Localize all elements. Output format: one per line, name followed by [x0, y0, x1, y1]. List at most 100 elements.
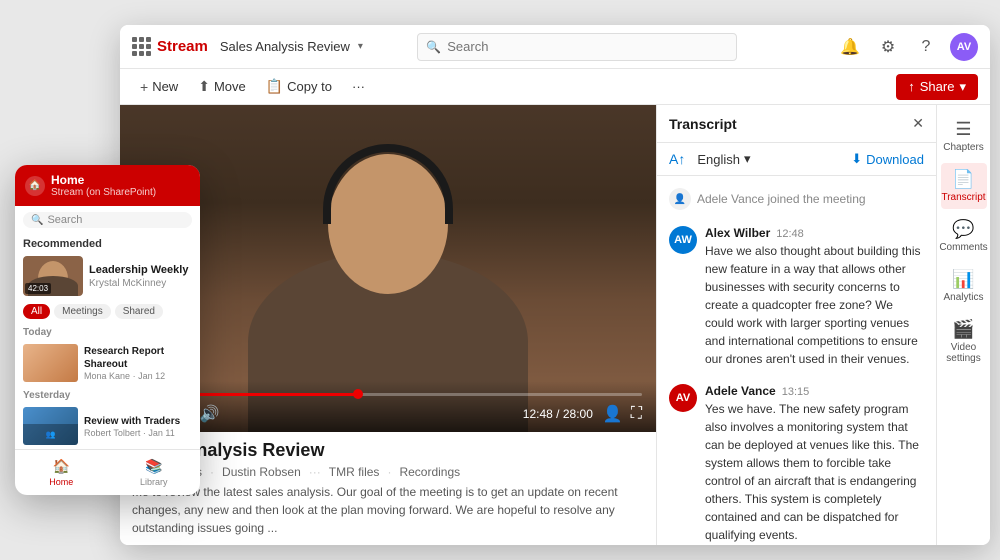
new-icon: +	[140, 79, 148, 95]
mobile-featured-card[interactable]: 42:03 Leadership Weekly Krystal McKinney	[15, 252, 200, 300]
move-button[interactable]: ⬆ Move	[190, 74, 254, 99]
new-button[interactable]: + New	[132, 75, 186, 99]
language-selector[interactable]: English ▾	[697, 151, 750, 167]
breadcrumb-chevron[interactable]: ▾	[358, 41, 363, 52]
download-icon: ⬇	[851, 151, 862, 167]
transcript-toolbar: A↑ English ▾ ⬇ Download	[657, 143, 936, 176]
entry-name-time-0: Alex Wilber 12:48	[705, 226, 924, 240]
mobile-yesterday-title: Review with Traders	[84, 415, 180, 428]
mobile-featured-title: Leadership Weekly	[89, 263, 188, 277]
filter-meetings-chip[interactable]: Meetings	[54, 304, 111, 319]
filter-shared-chip[interactable]: Shared	[115, 304, 163, 319]
transcript-icon-item[interactable]: 📄 Transcript	[941, 163, 987, 209]
mobile-filter-row: All Meetings Shared	[15, 300, 200, 323]
more-options-button[interactable]: ···	[344, 75, 373, 98]
meta-sep2: ···	[309, 465, 321, 479]
controls-row: ⏸ ⏮ ↩ 🔊 12:48 / 28:00 👤 ⛶	[134, 404, 642, 424]
mobile-subtitle: Stream (on SharePoint)	[51, 187, 156, 198]
search-box[interactable]: 🔍	[417, 33, 737, 61]
mobile-yesterday-meta: Robert Tolbert · Jan 11	[84, 428, 180, 438]
mobile-nav-home[interactable]: 🏠 Home	[15, 454, 108, 491]
close-transcript-button[interactable]: ✕	[912, 115, 924, 132]
video-container[interactable]: ⏸ ⏮ ↩ 🔊 12:48 / 28:00 👤 ⛶	[120, 105, 656, 432]
progress-bar[interactable]	[134, 393, 642, 396]
entry-avatar-0: AW	[669, 226, 697, 254]
mobile-yesterday-item[interactable]: 👥 Review with Traders Robert Tolbert · J…	[15, 403, 200, 449]
filter-all-chip[interactable]: All	[23, 304, 50, 319]
library-nav-icon: 📚	[145, 458, 162, 475]
mobile-nav: 🏠 Home 📚 Library	[15, 449, 200, 495]
fullscreen-icon[interactable]: ⛶	[631, 405, 642, 423]
location2[interactable]: Recordings	[399, 465, 460, 479]
mobile-recommended-label: Recommended	[15, 234, 200, 252]
mobile-today-meta: Mona Kane · Jan 12	[84, 371, 192, 381]
transcript-entry-1: AV Adele Vance 13:15 Yes we have. The ne…	[669, 384, 924, 544]
download-button[interactable]: ⬇ Download	[851, 151, 924, 167]
mobile-window: 🏠 Home Stream (on SharePoint) 🔍 Search R…	[15, 165, 200, 495]
mobile-yesterday-thumb: 👥	[23, 407, 78, 445]
user-avatar[interactable]: AV	[950, 33, 978, 61]
home-nav-icon: 🏠	[53, 458, 70, 475]
join-icon: 👤	[669, 188, 691, 210]
location1[interactable]: TMR files	[329, 465, 380, 479]
transcript-title: Transcript	[669, 116, 737, 132]
topbar-actions: 🔔 ⚙ ? AV	[836, 33, 978, 61]
mobile-featured-thumb: 42:03	[23, 256, 83, 296]
breadcrumb-title[interactable]: Sales Analysis Review	[220, 39, 350, 54]
copy-icon: 📋	[266, 78, 283, 95]
app-name: Stream	[157, 38, 208, 55]
transcript-panel: Transcript ✕ A↑ English ▾ ⬇ Download 👤 A…	[656, 105, 936, 545]
share-button[interactable]: ↑ Share ▾	[896, 74, 978, 100]
mobile-thumb-duration: 42:03	[25, 283, 51, 294]
comments-icon: 💬	[952, 219, 974, 240]
content-area: ⏸ ⏮ ↩ 🔊 12:48 / 28:00 👤 ⛶	[120, 105, 990, 545]
mobile-yesterday-info: Review with Traders Robert Tolbert · Jan…	[84, 415, 180, 438]
topbar: Stream Sales Analysis Review ▾ 🔍 🔔 ⚙ ? A…	[120, 25, 990, 69]
comments-icon-item[interactable]: 💬 Comments	[941, 213, 987, 259]
meta-sep3: ·	[387, 465, 391, 479]
analytics-icon-item[interactable]: 📊 Analytics	[941, 263, 987, 309]
transcript-header: Transcript ✕	[657, 105, 936, 143]
notification-icon[interactable]: 🔔	[836, 33, 864, 61]
chapters-icon: ☰	[955, 119, 971, 140]
mobile-title: Home	[51, 173, 156, 187]
mobile-today-info: Research Report Shareout Mona Kane · Jan…	[84, 345, 192, 381]
mobile-search[interactable]: 🔍 Search	[23, 212, 192, 228]
video-settings-icon-item[interactable]: 🎬 Video settings	[941, 313, 987, 370]
search-input[interactable]	[447, 39, 728, 54]
entry-avatar-1: AV	[669, 384, 697, 412]
author-name[interactable]: Dustin Robsen	[222, 465, 301, 479]
analytics-icon: 📊	[952, 269, 974, 290]
help-icon[interactable]: ?	[912, 33, 940, 61]
share-video-icon[interactable]: 👤	[603, 404, 623, 424]
entry-content-0: Alex Wilber 12:48 Have we also thought a…	[705, 226, 924, 368]
waffle-icon[interactable]	[132, 37, 151, 56]
video-section: ⏸ ⏮ ↩ 🔊 12:48 / 28:00 👤 ⛶	[120, 105, 656, 545]
mobile-today-title: Research Report Shareout	[84, 345, 192, 371]
transcript-icon: 📄	[952, 169, 974, 190]
entry-content-1: Adele Vance 13:15 Yes we have. The new s…	[705, 384, 924, 544]
search-icon: 🔍	[426, 40, 441, 54]
mobile-search-icon: 🔍	[31, 215, 43, 226]
lang-chevron: ▾	[744, 151, 751, 167]
mobile-search-placeholder: Search	[47, 214, 82, 226]
move-icon: ⬆	[198, 78, 210, 95]
mobile-title-area: Home Stream (on SharePoint)	[51, 173, 156, 198]
video-description: me to review the latest sales analysis. …	[132, 483, 644, 537]
volume-icon[interactable]: 🔊	[200, 404, 220, 424]
mobile-featured-info: Leadership Weekly Krystal McKinney	[89, 263, 188, 288]
mobile-today-item[interactable]: Research Report Shareout Mona Kane · Jan…	[15, 340, 200, 386]
meta-sep1: ·	[210, 465, 214, 479]
below-video: Sales Analysis Review 10,589 views · Dus…	[120, 432, 656, 545]
chapters-icon-item[interactable]: ☰ Chapters	[941, 113, 987, 159]
copy-to-button[interactable]: 📋 Copy to	[258, 74, 340, 99]
video-settings-icon: 🎬	[952, 319, 974, 340]
mobile-nav-library[interactable]: 📚 Library	[108, 454, 201, 491]
transcript-entry: AW Alex Wilber 12:48 Have we also though…	[669, 226, 924, 368]
mobile-yesterday-label: Yesterday	[15, 386, 200, 403]
join-notice: 👤 Adele Vance joined the meeting	[669, 184, 924, 214]
settings-icon[interactable]: ⚙	[874, 33, 902, 61]
video-controls: ⏸ ⏮ ↩ 🔊 12:48 / 28:00 👤 ⛶	[120, 381, 656, 432]
main-window: Stream Sales Analysis Review ▾ 🔍 🔔 ⚙ ? A…	[120, 25, 990, 545]
right-controls: 👤 ⛶	[603, 404, 642, 424]
